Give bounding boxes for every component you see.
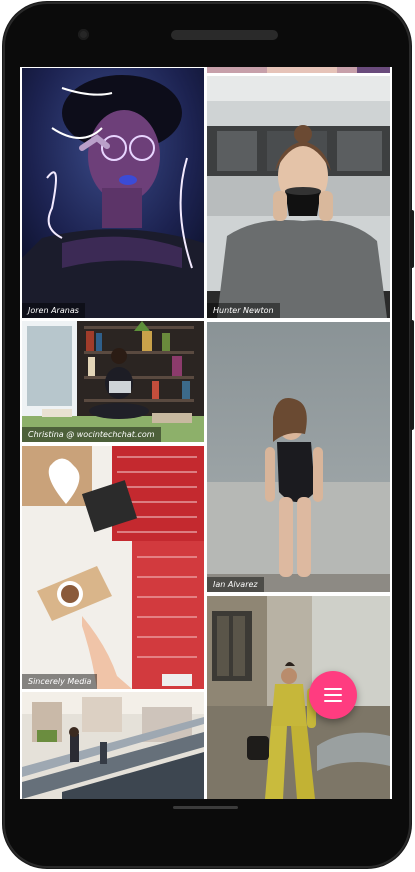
volume-button <box>410 320 414 430</box>
photo-tile[interactable]: Christina @ wocintechchat.com <box>22 321 204 442</box>
phone-frame: Joren Aranas Christina @ wocintechchat.c… <box>0 0 415 872</box>
photo-tile[interactable] <box>22 692 204 799</box>
photo-tile[interactable] <box>207 596 390 799</box>
photo-library-laptop <box>22 321 204 442</box>
photo-partial <box>207 67 390 73</box>
power-button <box>410 210 414 268</box>
photo-credit: Sincerely Media <box>22 674 98 689</box>
photo-credit: Hunter Newton <box>207 303 280 318</box>
front-camera-icon <box>78 29 89 40</box>
photo-coffee-mug <box>207 76 390 318</box>
photo-yellow-suit <box>207 596 390 799</box>
photo-credit: Joren Aranas <box>22 303 85 318</box>
photo-credit: Christina @ wocintechchat.com <box>22 427 161 442</box>
photo-standing-model <box>207 322 390 592</box>
earpiece-speaker <box>171 30 278 40</box>
photo-tile[interactable]: Ian Alvarez <box>207 322 390 592</box>
menu-icon <box>324 688 342 702</box>
photo-tile[interactable]: Sincerely Media <box>22 446 204 689</box>
photo-credit: Ian Alvarez <box>207 577 264 592</box>
photo-mall-escalator <box>22 692 204 799</box>
photo-tile[interactable]: Hunter Newton <box>207 76 390 318</box>
photo-tile[interactable]: Joren Aranas <box>22 68 204 318</box>
photo-neon-portrait <box>22 68 204 318</box>
menu-fab-button[interactable] <box>309 671 357 719</box>
photo-tile[interactable] <box>207 67 390 73</box>
home-indicator[interactable] <box>173 806 238 809</box>
photo-holiday-flatlay <box>22 446 204 689</box>
